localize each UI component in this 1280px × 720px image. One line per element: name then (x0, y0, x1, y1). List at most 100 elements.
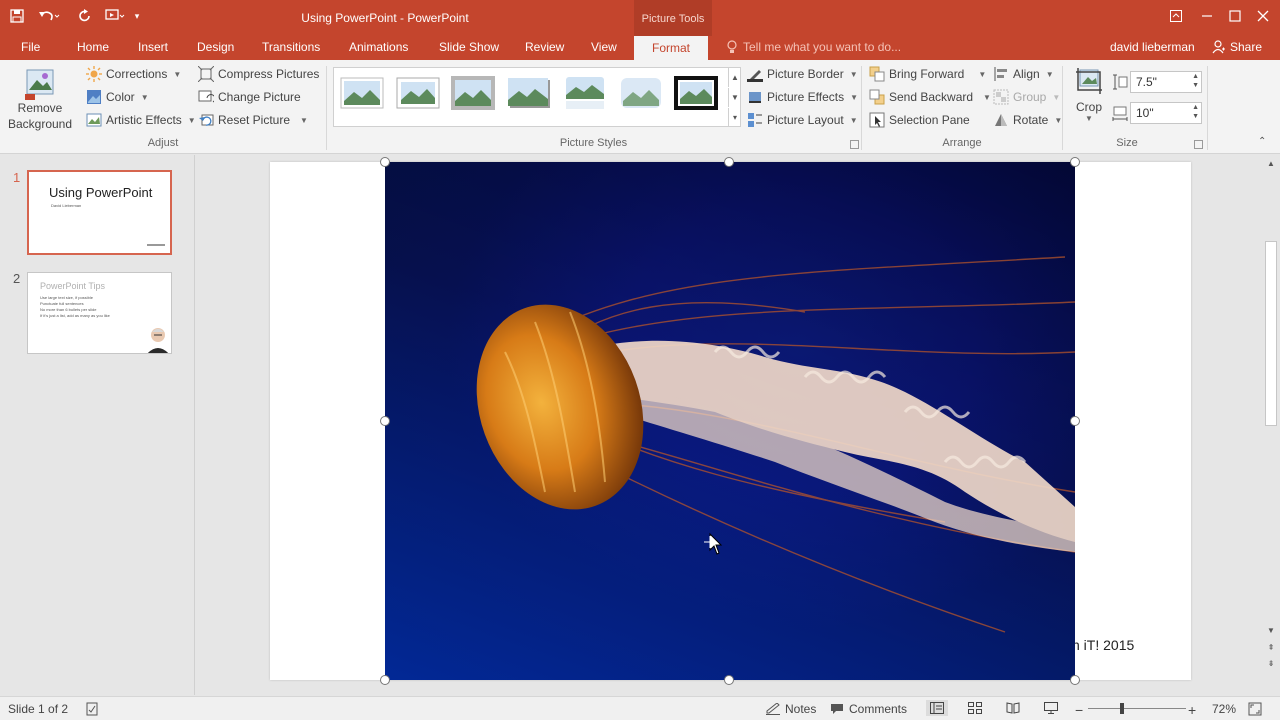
tab-review[interactable]: Review (525, 40, 564, 60)
chevron-down-icon: ▼ (849, 69, 858, 79)
picture-styles-dialog-launcher-icon[interactable] (850, 140, 859, 149)
picture-layout-button[interactable]: Picture Layout ▼ (747, 110, 858, 130)
resize-handle-top-left[interactable] (380, 157, 390, 167)
compress-pictures-icon (198, 66, 214, 82)
crop-button[interactable]: Crop ▼ (1068, 66, 1110, 134)
picture-border-button[interactable]: Picture Border ▼ (747, 64, 858, 84)
zoom-out-icon[interactable]: − (1075, 702, 1083, 718)
slide-1-subtitle: David Lieberman (51, 203, 82, 208)
resize-handle-right[interactable] (1070, 416, 1080, 426)
chevron-down-icon[interactable]: ▼ (983, 93, 991, 102)
collapse-ribbon-icon[interactable]: ⌃ (1258, 136, 1266, 147)
minimize-icon[interactable] (1196, 6, 1218, 26)
user-name[interactable]: david lieberman (1110, 40, 1195, 54)
tell-me-box[interactable]: Tell me what you want to do... (726, 40, 901, 54)
tab-format[interactable]: Format (634, 36, 709, 60)
group-divider (1207, 66, 1208, 150)
gallery-more-icon[interactable]: ▾ (728, 108, 741, 127)
tab-animations[interactable]: Animations (349, 40, 408, 60)
chevron-down-icon: ▼ (1045, 69, 1054, 79)
spin-down-icon[interactable]: ▼ (1192, 82, 1199, 89)
zoom-level[interactable]: 72% (1212, 702, 1236, 716)
resize-handle-bottom-left[interactable] (380, 675, 390, 685)
scroll-down-icon[interactable]: ▼ (1265, 625, 1277, 637)
align-button[interactable]: Align ▼ (993, 64, 1054, 84)
comments-button[interactable]: Comments (830, 702, 907, 716)
next-slide-icon[interactable]: ⇟ (1265, 658, 1277, 670)
chevron-down-icon[interactable]: ▼ (300, 116, 308, 125)
resize-handle-left[interactable] (380, 416, 390, 426)
zoom-in-icon[interactable]: + (1188, 702, 1196, 718)
tab-view[interactable]: View (591, 40, 617, 60)
spin-up-icon[interactable]: ▲ (1192, 73, 1199, 80)
remove-background-label-1: Remove (17, 101, 63, 115)
remove-background-button[interactable]: Remove Background (4, 66, 76, 136)
picture-style-reflected[interactable] (563, 76, 607, 110)
previous-slide-icon[interactable]: ⇞ (1265, 642, 1277, 654)
change-picture-button[interactable]: Change Picture (198, 87, 301, 107)
selection-pane-button[interactable]: Selection Pane (869, 110, 970, 130)
group-button[interactable]: Group ▼ (993, 87, 1060, 107)
picture-style-drop-shadow[interactable] (507, 76, 551, 110)
ribbon-display-options-icon[interactable] (1165, 6, 1187, 26)
rotate-button[interactable]: Rotate ▼ (993, 110, 1062, 130)
share-button[interactable]: Share (1212, 40, 1262, 54)
corrections-label: Corrections (106, 67, 168, 81)
tab-slide-show[interactable]: Slide Show (439, 40, 499, 60)
resize-handle-bottom-right[interactable] (1070, 675, 1080, 685)
slide-footer-text[interactable]: h iT! 2015 (1072, 637, 1134, 653)
picture-style-thick-black-frame[interactable] (674, 76, 718, 110)
width-input[interactable]: 10" ▲ ▼ (1130, 102, 1202, 124)
gallery-scroll-down-icon[interactable]: ▼ (728, 88, 741, 107)
bring-forward-button[interactable]: Bring Forward ▼ (869, 64, 986, 84)
compress-pictures-button[interactable]: Compress Pictures (198, 64, 319, 84)
jellyfish-picture[interactable] (385, 162, 1075, 680)
spin-down-icon[interactable]: ▼ (1192, 113, 1199, 120)
spin-up-icon[interactable]: ▲ (1192, 104, 1199, 111)
zoom-slider-handle[interactable] (1120, 703, 1124, 714)
gallery-scroll-up-icon[interactable]: ▲ (728, 68, 741, 87)
resize-handle-top[interactable] (724, 157, 734, 167)
height-input[interactable]: 7.5" ▲ ▼ (1130, 71, 1202, 93)
send-backward-label: Send Backward (889, 90, 974, 104)
reset-picture-button[interactable]: Reset Picture ▼ (198, 110, 308, 130)
spelling-check-icon[interactable] (86, 702, 100, 716)
picture-styles-gallery[interactable]: ▲ ▼ ▾ (333, 67, 741, 127)
picture-tools-label: Picture Tools (634, 0, 712, 36)
slide-thumbnail-2[interactable]: PowerPoint Tips Use large text size, if … (27, 272, 172, 354)
fit-slide-to-window-icon[interactable] (1248, 702, 1262, 716)
slide-thumbnail-pane[interactable]: 1 Using PowerPoint David Lieberman 2 Pow… (0, 155, 195, 695)
zoom-slider[interactable] (1088, 708, 1186, 709)
slide-thumbnail-1[interactable]: Using PowerPoint David Lieberman (27, 170, 172, 255)
picture-effects-button[interactable]: Picture Effects ▼ (747, 87, 858, 107)
color-button[interactable]: Color ▼ (86, 87, 149, 107)
normal-view-button[interactable] (926, 700, 948, 716)
send-backward-button[interactable]: Send Backward ▼ (869, 87, 991, 107)
slide-show-view-button[interactable] (1044, 702, 1058, 714)
tab-transitions[interactable]: Transitions (262, 40, 320, 60)
artistic-effects-button[interactable]: Artistic Effects ▼ (86, 110, 196, 130)
close-icon[interactable] (1252, 6, 1274, 26)
corrections-button[interactable]: Corrections ▼ (86, 64, 181, 84)
person-icon (1212, 40, 1225, 54)
resize-handle-top-right[interactable] (1070, 157, 1080, 167)
size-dialog-launcher-icon[interactable] (1194, 140, 1203, 149)
group-label: Group (1013, 90, 1047, 104)
notes-button[interactable]: Notes (766, 702, 816, 716)
resize-handle-bottom[interactable] (724, 675, 734, 685)
picture-style-simple-frame[interactable] (340, 76, 384, 110)
picture-style-soft-edge[interactable] (619, 76, 663, 110)
tab-file[interactable]: File (21, 40, 40, 60)
tab-design[interactable]: Design (197, 40, 234, 60)
maximize-icon[interactable] (1224, 6, 1246, 26)
picture-style-beveled-matte[interactable] (396, 76, 440, 110)
chevron-down-icon[interactable]: ▼ (978, 70, 986, 79)
tab-home[interactable]: Home (77, 40, 109, 60)
scroll-thumb[interactable] (1265, 241, 1277, 426)
slide-sorter-view-button[interactable] (968, 702, 982, 714)
tab-insert[interactable]: Insert (138, 40, 168, 60)
picture-style-metal-frame[interactable] (451, 76, 495, 110)
vertical-scrollbar[interactable]: ▲ ▼ ⇞ ⇟ (1262, 155, 1280, 675)
scroll-up-icon[interactable]: ▲ (1265, 158, 1277, 170)
reading-view-button[interactable] (1006, 702, 1020, 714)
